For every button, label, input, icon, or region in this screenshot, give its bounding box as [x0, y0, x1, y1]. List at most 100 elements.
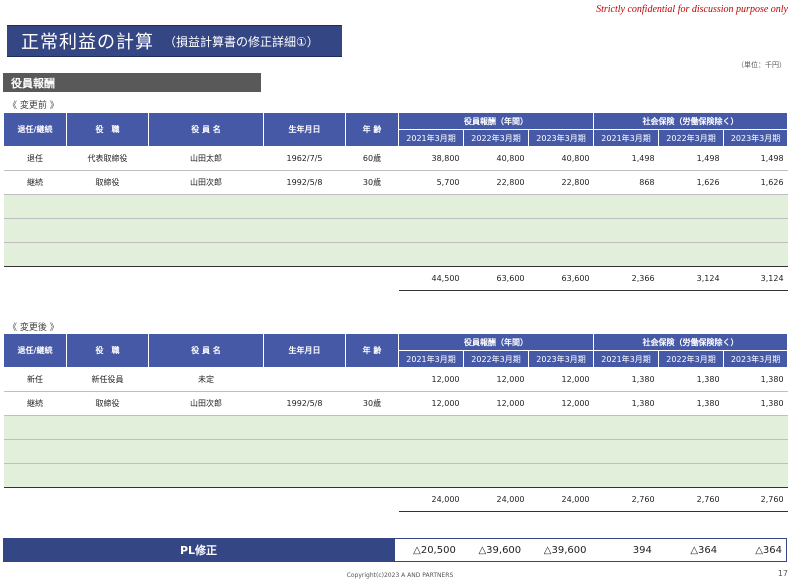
table-row: 継続 取締役 山田次郎 1992/5/8 30歳 12,000 12,000 1… [3, 391, 788, 416]
cell: 1992/5/8 [263, 170, 346, 195]
header-position: 役 職 [66, 333, 149, 368]
total-cell: 3,124 [723, 266, 788, 291]
header-year: 2023年3月期 [527, 350, 595, 368]
header-birthdate: 生年月日 [263, 112, 346, 147]
table-row: 退任 代表取締役 山田太郎 1962/7/5 60歳 38,800 40,800… [3, 146, 788, 171]
cell: 60歳 [345, 146, 399, 171]
cell: 12,000 [463, 391, 529, 416]
cell: 新任 [3, 367, 67, 392]
cell: 12,000 [398, 391, 464, 416]
cell: 30歳 [345, 170, 399, 195]
cell: 1,626 [723, 170, 788, 195]
cell: 山田次郎 [148, 170, 264, 195]
header-name: 役 員 名 [148, 333, 264, 368]
header-year: 2023年3月期 [527, 129, 595, 147]
total-row: 24,000 24,000 24,000 2,760 2,760 2,760 [4, 487, 788, 512]
pl-cell: △39,600 [478, 544, 522, 556]
cell: 868 [593, 170, 659, 195]
cell: 退任 [3, 146, 67, 171]
before-label: 《 変更前 》 [8, 101, 59, 111]
cell: 山田次郎 [148, 391, 264, 416]
header-age: 年 齢 [345, 112, 399, 147]
cell: 22,800 [528, 170, 594, 195]
header-year: 2021年3月期 [398, 129, 464, 147]
cell: 継続 [3, 391, 67, 416]
total-cell: 2,760 [658, 487, 724, 512]
cell: 取締役 [66, 391, 149, 416]
cell: 1,380 [658, 367, 724, 392]
cell: 1,380 [723, 391, 788, 416]
total-cell: 24,000 [463, 487, 529, 512]
unit-label: （単位：千円） [737, 61, 786, 69]
total-cell: 63,600 [528, 266, 594, 291]
header-year: 2022年3月期 [658, 350, 725, 368]
cell: 取締役 [66, 170, 149, 195]
copyright: Copyright(c)2023 A AND PARTNERS [346, 572, 454, 579]
total-row: 44,500 63,600 63,600 2,366 3,124 3,124 [4, 266, 788, 291]
header-year: 2023年3月期 [723, 129, 789, 147]
cell: 1,498 [723, 146, 788, 171]
header-year: 2021年3月期 [593, 350, 660, 368]
page-number: 17 [777, 569, 788, 578]
cell: 12,000 [463, 367, 529, 392]
cell: 1,380 [593, 367, 659, 392]
total-cell: 24,000 [528, 487, 594, 512]
header-compensation: 役員報酬（年間） [397, 112, 595, 130]
empty-row [3, 463, 788, 488]
empty-row [3, 439, 788, 464]
cell: 1,380 [658, 391, 724, 416]
total-cell: 24,000 [398, 487, 464, 512]
pl-adjustment-label: PL修正 [3, 538, 394, 562]
header-social-insurance: 社会保険（労働保険除く） [593, 112, 789, 130]
cell: 1,498 [593, 146, 659, 171]
cell: 山田太郎 [148, 146, 264, 171]
total-cell: 2,366 [593, 266, 659, 291]
cell [263, 367, 346, 392]
cell: 代表取締役 [66, 146, 149, 171]
after-table: 退任/継続 役 職 役 員 名 生年月日 年 齢 役員報酬（年間） 社会保険（労… [3, 333, 789, 512]
pl-cell: △364 [755, 544, 782, 556]
header-status: 退任/継続 [3, 333, 67, 368]
total-cell: 44,500 [398, 266, 464, 291]
header-year: 2021年3月期 [398, 350, 464, 368]
cell: 40,800 [528, 146, 594, 171]
header-year: 2023年3月期 [723, 350, 789, 368]
cell: 12,000 [528, 367, 594, 392]
cell: 1,498 [658, 146, 724, 171]
header-social-insurance: 社会保険（労働保険除く） [593, 333, 789, 351]
page-title-bar: 正常利益の計算 （損益計算書の修正詳細①） [7, 25, 342, 57]
header-name: 役 員 名 [148, 112, 264, 147]
header-year: 2021年3月期 [593, 129, 660, 147]
total-cell: 63,600 [463, 266, 529, 291]
pl-cell: △20,500 [413, 544, 456, 556]
cell: 未定 [148, 367, 264, 392]
total-cell: 2,760 [593, 487, 659, 512]
cell: 新任役員 [66, 367, 149, 392]
header-year: 2022年3月期 [658, 129, 725, 147]
header-status: 退任/継続 [3, 112, 67, 147]
cell: 30歳 [345, 391, 399, 416]
table-row: 継続 取締役 山田次郎 1992/5/8 30歳 5,700 22,800 22… [3, 170, 788, 195]
header-year: 2022年3月期 [463, 129, 529, 147]
pl-adjustment-values: △20,500 △39,600 △39,600 394 △364 △364 [394, 538, 787, 562]
pl-cell: 394 [632, 544, 652, 556]
page-subtitle: （損益計算書の修正詳細①） [164, 34, 319, 49]
header-birthdate: 生年月日 [263, 333, 346, 368]
total-cell: 3,124 [658, 266, 724, 291]
empty-row [3, 218, 788, 243]
cell: 1,380 [593, 391, 659, 416]
pl-cell: △364 [690, 544, 718, 556]
cell: 12,000 [528, 391, 594, 416]
cell: 40,800 [463, 146, 529, 171]
confidential-note: Strictly confidential for discussion pur… [596, 4, 788, 15]
cell: 継続 [3, 170, 67, 195]
cell: 1962/7/5 [263, 146, 346, 171]
cell: 22,800 [463, 170, 529, 195]
empty-row [3, 194, 788, 219]
cell: 38,800 [398, 146, 464, 171]
page-title: 正常利益の計算 [21, 32, 154, 53]
before-table: 退任/継続 役 職 役 員 名 生年月日 年 齢 役員報酬（年間） 社会保険（労… [3, 112, 789, 291]
cell: 1992/5/8 [263, 391, 346, 416]
cell: 1,380 [723, 367, 788, 392]
empty-row [3, 242, 788, 267]
